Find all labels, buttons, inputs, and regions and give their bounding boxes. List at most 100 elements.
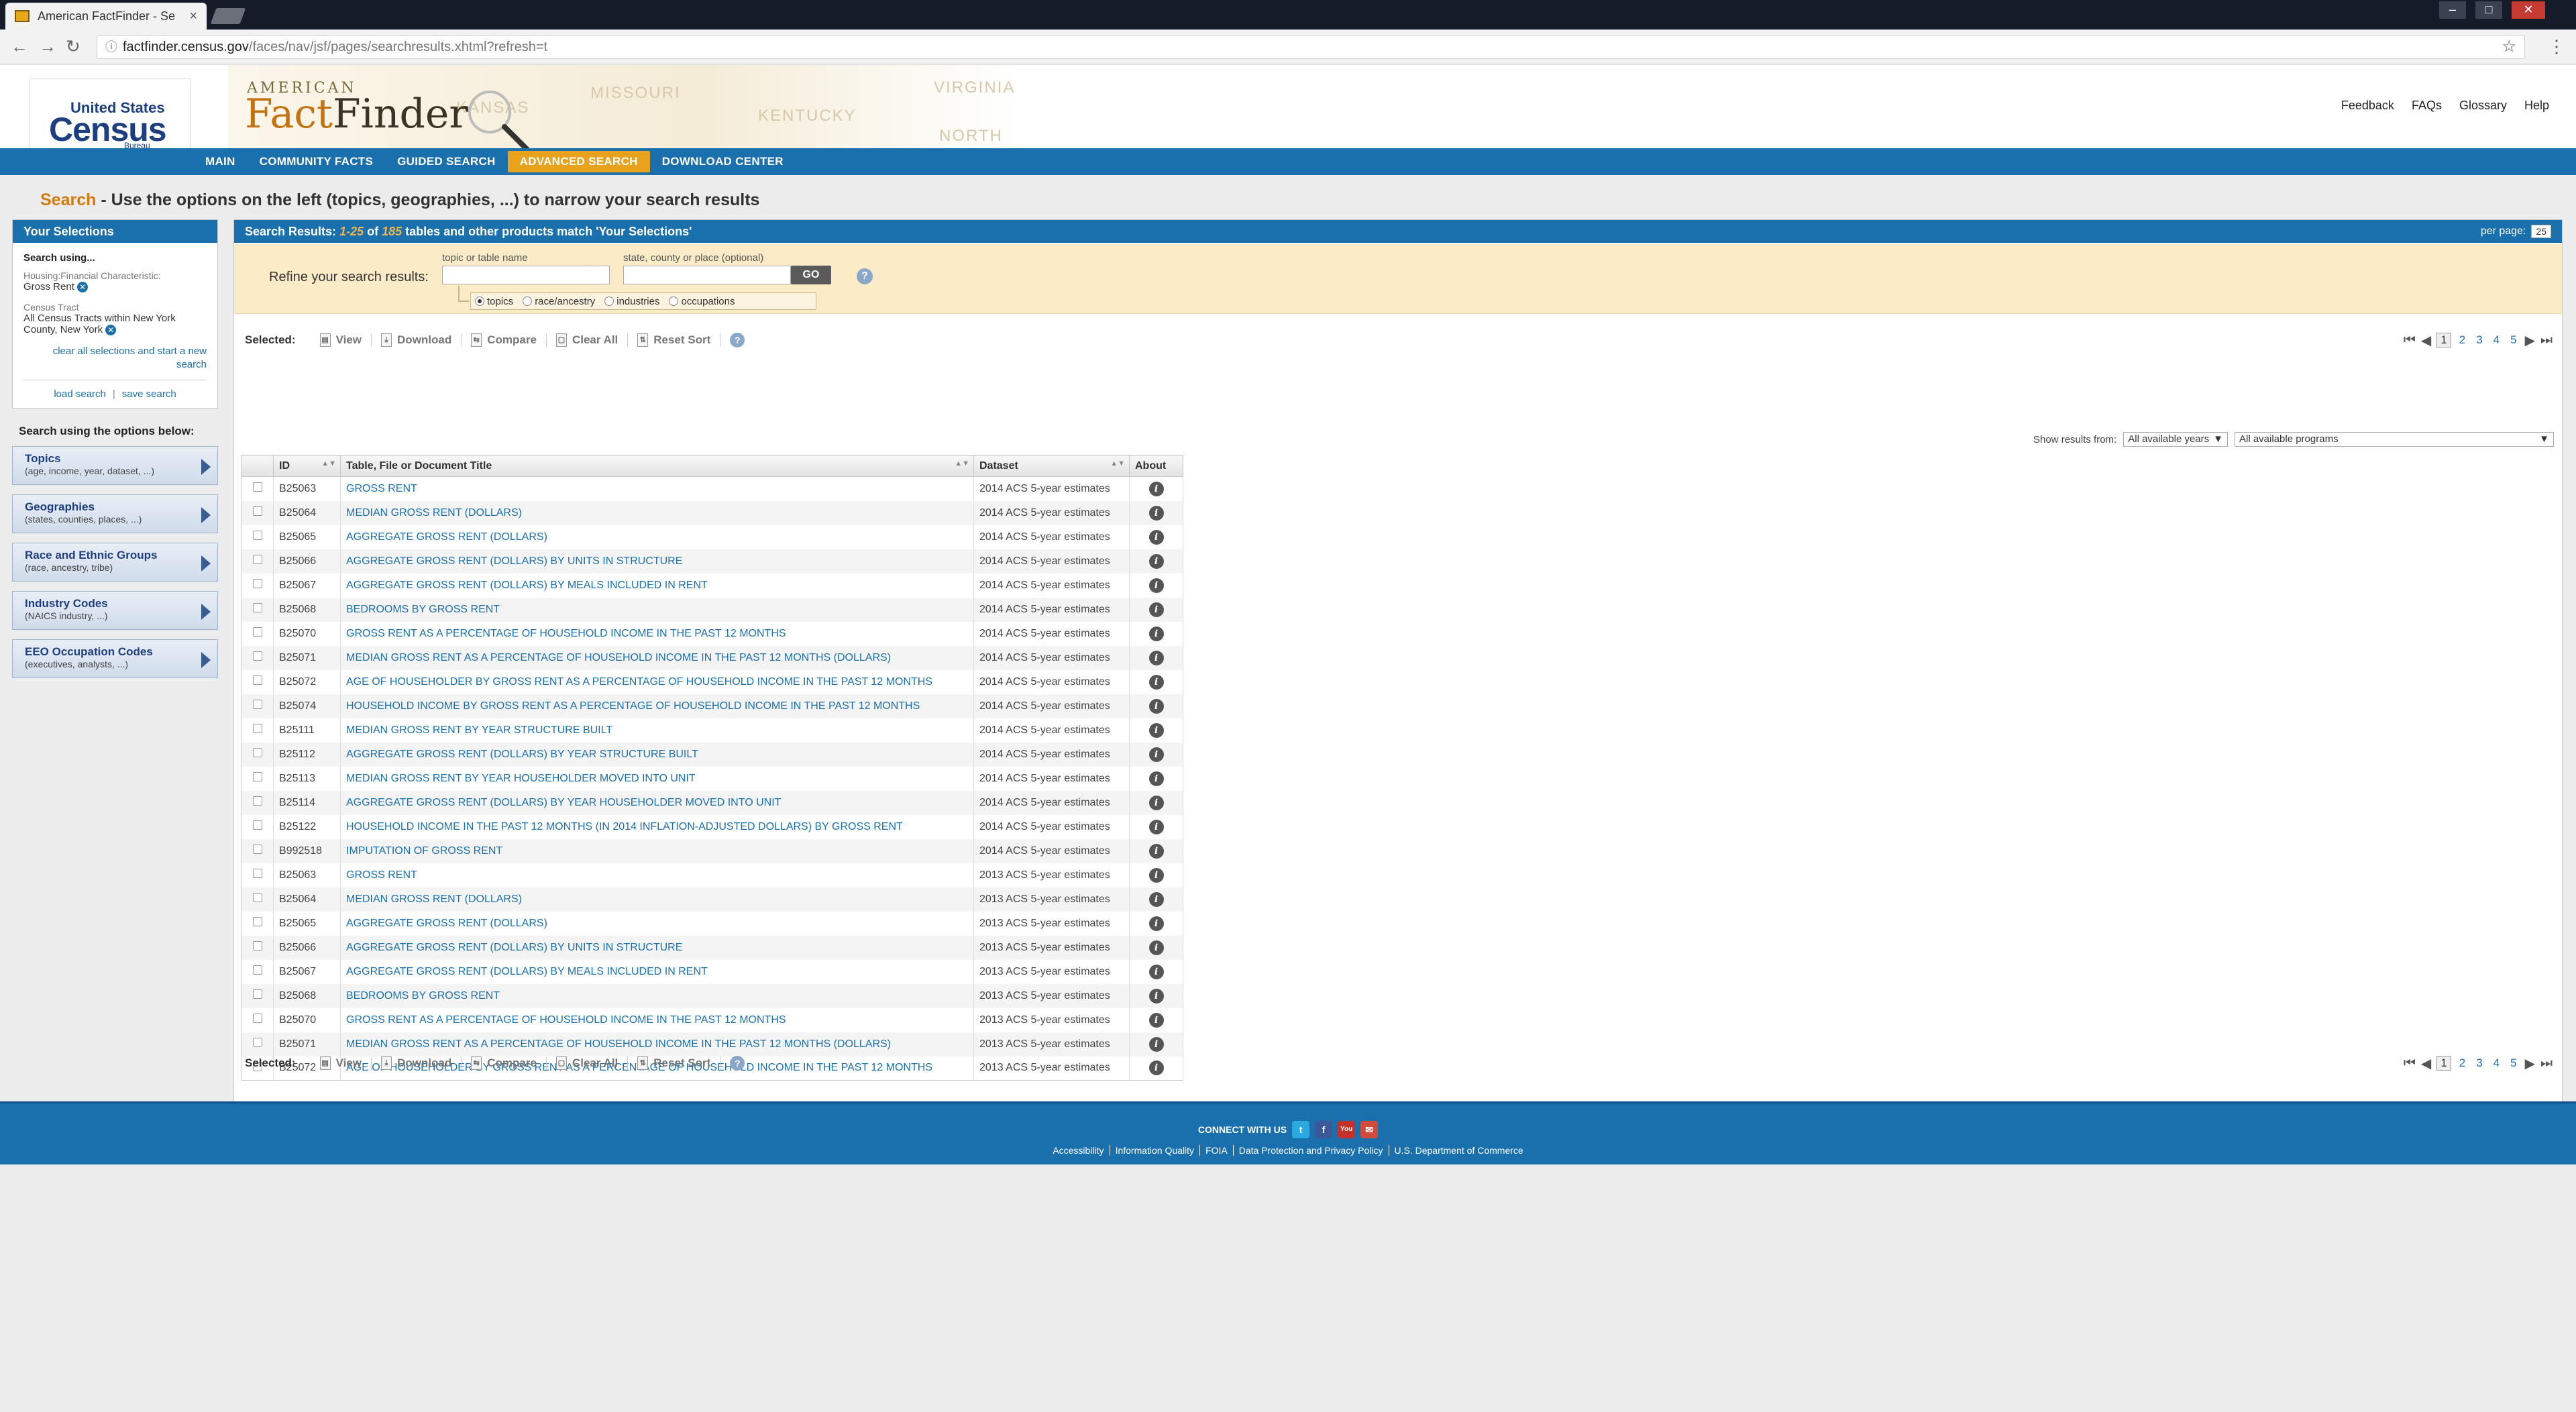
forward-icon[interactable]: → — [39, 36, 56, 57]
toolbar-help-icon[interactable]: ? — [730, 1056, 745, 1071]
page-link[interactable]: 3 — [2473, 333, 2485, 347]
first-page-icon[interactable]: ⏮ — [2404, 1056, 2416, 1071]
dataset-column-header[interactable]: Dataset ▲▼ — [973, 455, 1130, 477]
row-title-link[interactable]: AGGREGATE GROSS RENT (DOLLARS) BY UNITS … — [340, 549, 974, 574]
info-icon[interactable]: i — [1148, 891, 1164, 907]
row-checkbox[interactable] — [252, 531, 262, 540]
row-checkbox[interactable] — [252, 482, 262, 492]
row-title-link[interactable]: IMPUTATION OF GROSS RENT — [340, 838, 974, 863]
row-checkbox[interactable] — [252, 675, 262, 685]
reload-icon[interactable]: ↻ — [66, 36, 80, 57]
site-info-icon[interactable]: ⓘ — [105, 36, 117, 58]
row-checkbox[interactable] — [252, 506, 262, 516]
option-eeo-occupation-codes[interactable]: EEO Occupation Codes (executives, analys… — [12, 639, 218, 679]
info-icon[interactable]: i — [1148, 698, 1164, 714]
page-link[interactable]: 1 — [2436, 1056, 2451, 1071]
row-title-link[interactable]: BEDROOMS BY GROSS RENT — [340, 597, 974, 622]
reset-sort-button[interactable]: ⇅ Reset Sort — [628, 1056, 721, 1070]
download-button[interactable]: ⤓ Download — [372, 333, 462, 347]
per-page-select[interactable]: 25 — [2531, 224, 2551, 238]
youtube-icon[interactable]: You — [1338, 1121, 1356, 1138]
title-column-header[interactable]: Table, File or Document Title ▲▼ — [340, 455, 974, 477]
help-link[interactable]: Help — [2524, 99, 2549, 113]
row-checkbox[interactable] — [252, 603, 262, 612]
row-checkbox[interactable] — [252, 917, 262, 926]
row-title-link[interactable]: GROSS RENT — [340, 863, 974, 887]
toolbar-help-icon[interactable]: ? — [730, 333, 745, 347]
row-checkbox[interactable] — [252, 1038, 262, 1047]
info-icon[interactable]: i — [1148, 988, 1164, 1003]
row-checkbox[interactable] — [252, 579, 262, 588]
row-checkbox[interactable] — [252, 796, 262, 806]
prev-page-icon[interactable]: ◀ — [2421, 1055, 2431, 1072]
info-icon[interactable]: i — [1148, 578, 1164, 593]
geography-input[interactable] — [623, 266, 791, 284]
topic-input[interactable] — [442, 266, 610, 284]
row-checkbox[interactable] — [252, 772, 262, 781]
row-checkbox[interactable] — [252, 1014, 262, 1023]
load-search-link[interactable]: load search — [54, 388, 106, 400]
info-icon[interactable]: i — [1148, 843, 1164, 859]
glossary-link[interactable]: Glossary — [2459, 99, 2507, 113]
privacy-policy-link[interactable]: Data Protection and Privacy Policy — [1234, 1145, 1389, 1156]
row-checkbox[interactable] — [252, 820, 262, 830]
info-icon[interactable]: i — [1148, 964, 1164, 979]
row-title-link[interactable]: MEDIAN GROSS RENT (DOLLARS) — [340, 887, 974, 912]
row-checkbox[interactable] — [252, 989, 262, 999]
clear-all-button[interactable]: ▢ Clear All — [547, 1056, 629, 1070]
nav-guided-search[interactable]: GUIDED SEARCH — [385, 148, 508, 175]
save-search-link[interactable]: save search — [122, 388, 176, 400]
info-icon[interactable]: i — [1148, 626, 1164, 641]
page-link[interactable]: 2 — [2457, 1056, 2468, 1070]
window-maximize-button[interactable]: □ — [2475, 1, 2502, 19]
radio-industries[interactable]: industries — [604, 296, 659, 307]
page-link[interactable]: 3 — [2473, 1056, 2485, 1070]
info-icon[interactable]: i — [1148, 481, 1164, 496]
info-icon[interactable]: i — [1148, 771, 1164, 786]
go-button[interactable]: GO — [791, 266, 831, 284]
row-checkbox[interactable] — [252, 845, 262, 854]
back-icon[interactable]: ← — [11, 36, 28, 57]
email-icon[interactable]: ✉ — [1360, 1121, 1379, 1138]
radio-race-ancestry[interactable]: race/ancestry — [523, 296, 595, 307]
browser-menu-icon[interactable]: ⋮ — [2548, 36, 2565, 57]
row-title-link[interactable]: HOUSEHOLD INCOME BY GROSS RENT AS A PERC… — [340, 694, 974, 718]
row-checkbox[interactable] — [252, 651, 262, 661]
row-title-link[interactable]: HOUSEHOLD INCOME IN THE PAST 12 MONTHS (… — [340, 814, 974, 839]
row-title-link[interactable]: AGGREGATE GROSS RENT (DOLLARS) — [340, 911, 974, 936]
info-icon[interactable]: i — [1148, 747, 1164, 762]
prev-page-icon[interactable]: ◀ — [2421, 332, 2431, 349]
row-title-link[interactable]: MEDIAN GROSS RENT BY YEAR STRUCTURE BUIL… — [340, 718, 974, 743]
row-checkbox[interactable] — [252, 869, 262, 878]
row-checkbox[interactable] — [252, 965, 262, 975]
row-title-link[interactable]: MEDIAN GROSS RENT (DOLLARS) — [340, 500, 974, 525]
row-title-link[interactable]: AGGREGATE GROSS RENT (DOLLARS) BY MEALS … — [340, 959, 974, 984]
row-title-link[interactable]: GROSS RENT — [340, 476, 974, 501]
option-industry-codes[interactable]: Industry Codes (NAICS industry, ...) — [12, 591, 218, 631]
row-title-link[interactable]: AGGREGATE GROSS RENT (DOLLARS) BY UNITS … — [340, 935, 974, 960]
option-geographies[interactable]: Geographies (states, counties, places, .… — [12, 494, 218, 534]
new-tab-button[interactable] — [210, 8, 246, 24]
refine-help-icon[interactable]: ? — [857, 268, 873, 284]
sort-icon[interactable]: ▲▼ — [1110, 460, 1125, 468]
sort-icon[interactable]: ▲▼ — [955, 460, 969, 468]
info-icon[interactable]: i — [1148, 819, 1164, 834]
info-icon[interactable]: i — [1148, 795, 1164, 810]
row-checkbox[interactable] — [252, 700, 262, 709]
info-icon[interactable]: i — [1148, 602, 1164, 617]
page-link[interactable]: 4 — [2491, 333, 2502, 347]
nav-community-facts[interactable]: COMMUNITY FACTS — [248, 148, 385, 175]
info-icon[interactable]: i — [1148, 505, 1164, 521]
info-icon[interactable]: i — [1148, 722, 1164, 738]
info-icon[interactable]: i — [1148, 1036, 1164, 1052]
row-title-link[interactable]: AGGREGATE GROSS RENT (DOLLARS) — [340, 525, 974, 549]
bookmark-star-icon[interactable]: ☆ — [2502, 36, 2516, 58]
next-page-icon[interactable]: ▶ — [2525, 332, 2535, 349]
row-checkbox[interactable] — [252, 748, 262, 757]
radio-occupations[interactable]: occupations — [669, 296, 735, 307]
row-checkbox[interactable] — [252, 941, 262, 951]
radio-indicator[interactable] — [475, 296, 484, 306]
page-link[interactable]: 4 — [2491, 1056, 2502, 1070]
factfinder-logo[interactable]: FactFinder — [245, 91, 468, 138]
radio-topics[interactable]: topics — [475, 296, 513, 307]
